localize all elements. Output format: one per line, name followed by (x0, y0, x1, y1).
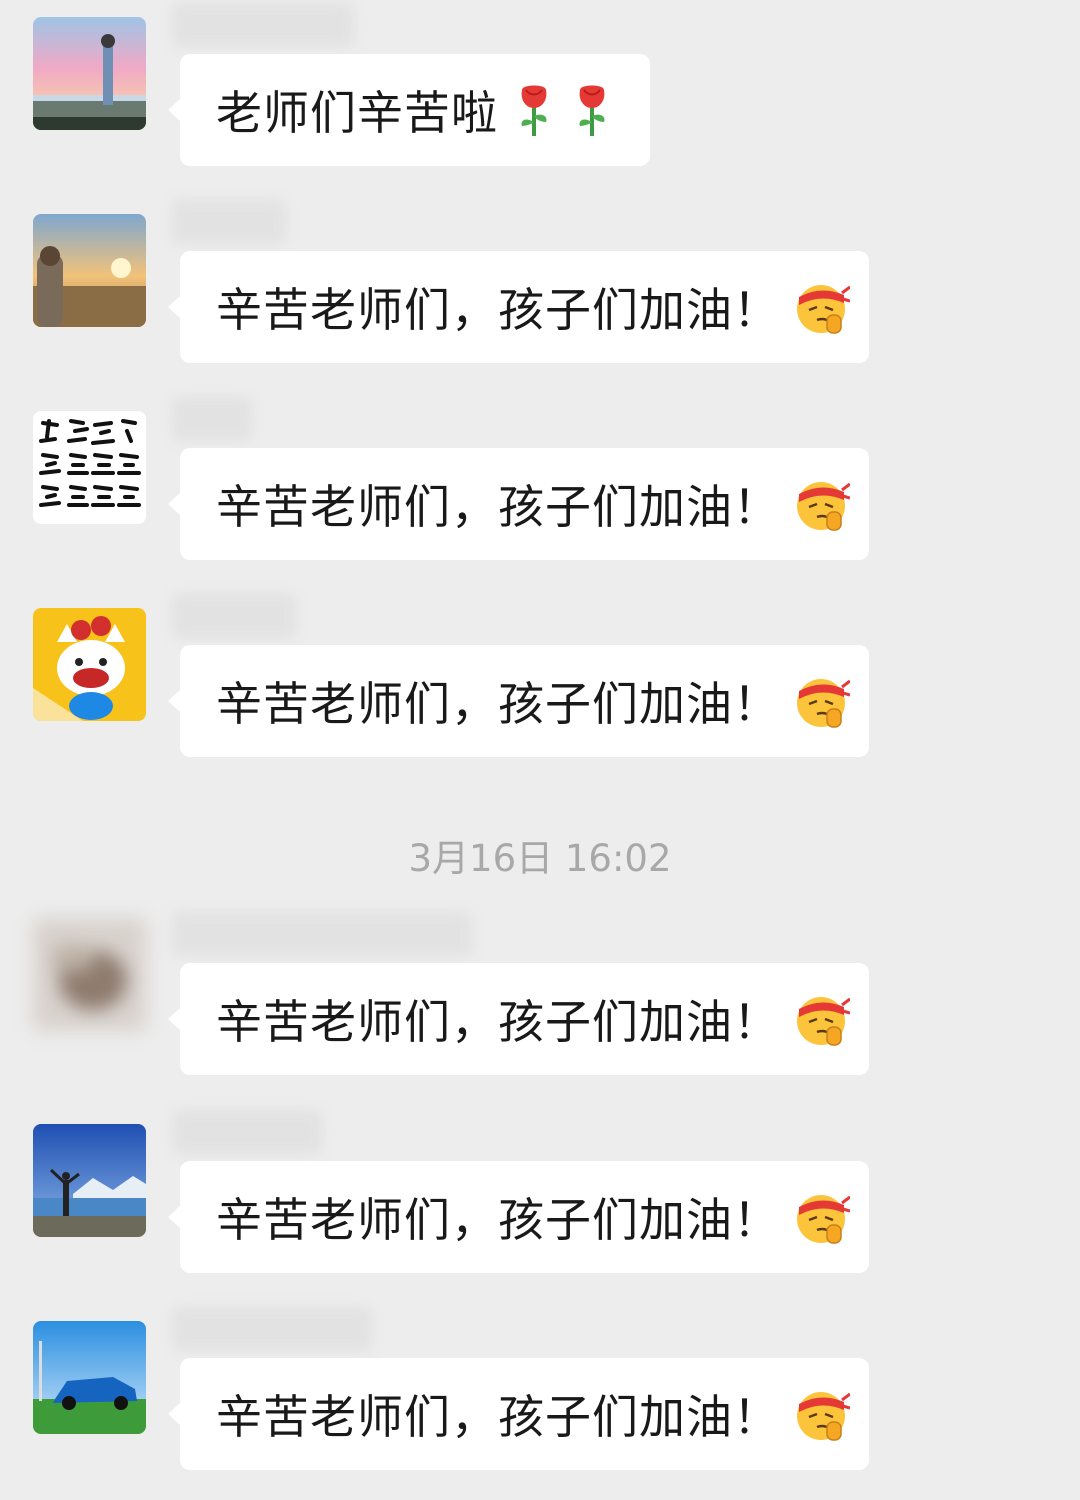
avatar[interactable] (33, 1124, 146, 1237)
sender-name-blurred (172, 397, 252, 441)
sender-name-blurred (172, 200, 286, 244)
chat-message-list[interactable]: 老师们辛苦啦 辛苦老师们，孩子们加油！ 辛苦老师们，孩子们加油！ 辛苦老师们，孩… (0, 0, 1080, 1500)
fighting-face-icon (794, 1189, 850, 1245)
message-bubble[interactable]: 辛苦老师们，孩子们加油！ (168, 645, 869, 757)
sender-name-blurred (172, 912, 472, 956)
message-text: 老师们辛苦啦 (216, 86, 498, 140)
fighting-face-icon (794, 1386, 850, 1442)
rose-icon (570, 82, 614, 138)
fighting-face-icon (794, 673, 850, 729)
avatar[interactable] (33, 608, 146, 721)
chat-timestamp: 3月16日 16:02 (408, 837, 672, 880)
rose-icon (512, 82, 556, 138)
message-text: 辛苦老师们，孩子们加油！ (216, 995, 780, 1049)
avatar[interactable] (33, 214, 146, 327)
avatar[interactable] (33, 1321, 146, 1434)
sender-name-blurred (172, 594, 296, 638)
message-bubble[interactable]: 辛苦老师们，孩子们加油！ (168, 963, 869, 1075)
sender-name-blurred (172, 1110, 322, 1154)
fighting-face-icon (794, 991, 850, 1047)
avatar[interactable] (33, 17, 146, 130)
message-text: 辛苦老师们，孩子们加油！ (216, 1390, 780, 1444)
fighting-face-icon (794, 476, 850, 532)
message-text: 辛苦老师们，孩子们加油！ (216, 677, 780, 731)
message-bubble[interactable]: 辛苦老师们，孩子们加油！ (168, 1358, 869, 1470)
sender-name-blurred (172, 3, 354, 47)
avatar[interactable] (33, 411, 146, 524)
sender-name-blurred (172, 1307, 372, 1351)
message-text: 辛苦老师们，孩子们加油！ (216, 1193, 780, 1247)
message-text: 辛苦老师们，孩子们加油！ (216, 283, 780, 337)
message-bubble[interactable]: 辛苦老师们，孩子们加油！ (168, 1161, 869, 1273)
fighting-face-icon (794, 279, 850, 335)
message-bubble[interactable]: 辛苦老师们，孩子们加油！ (168, 448, 869, 560)
message-bubble[interactable]: 辛苦老师们，孩子们加油！ (168, 251, 869, 363)
message-text: 辛苦老师们，孩子们加油！ (216, 480, 780, 534)
avatar[interactable] (33, 918, 146, 1031)
message-bubble[interactable]: 老师们辛苦啦 (168, 54, 650, 166)
